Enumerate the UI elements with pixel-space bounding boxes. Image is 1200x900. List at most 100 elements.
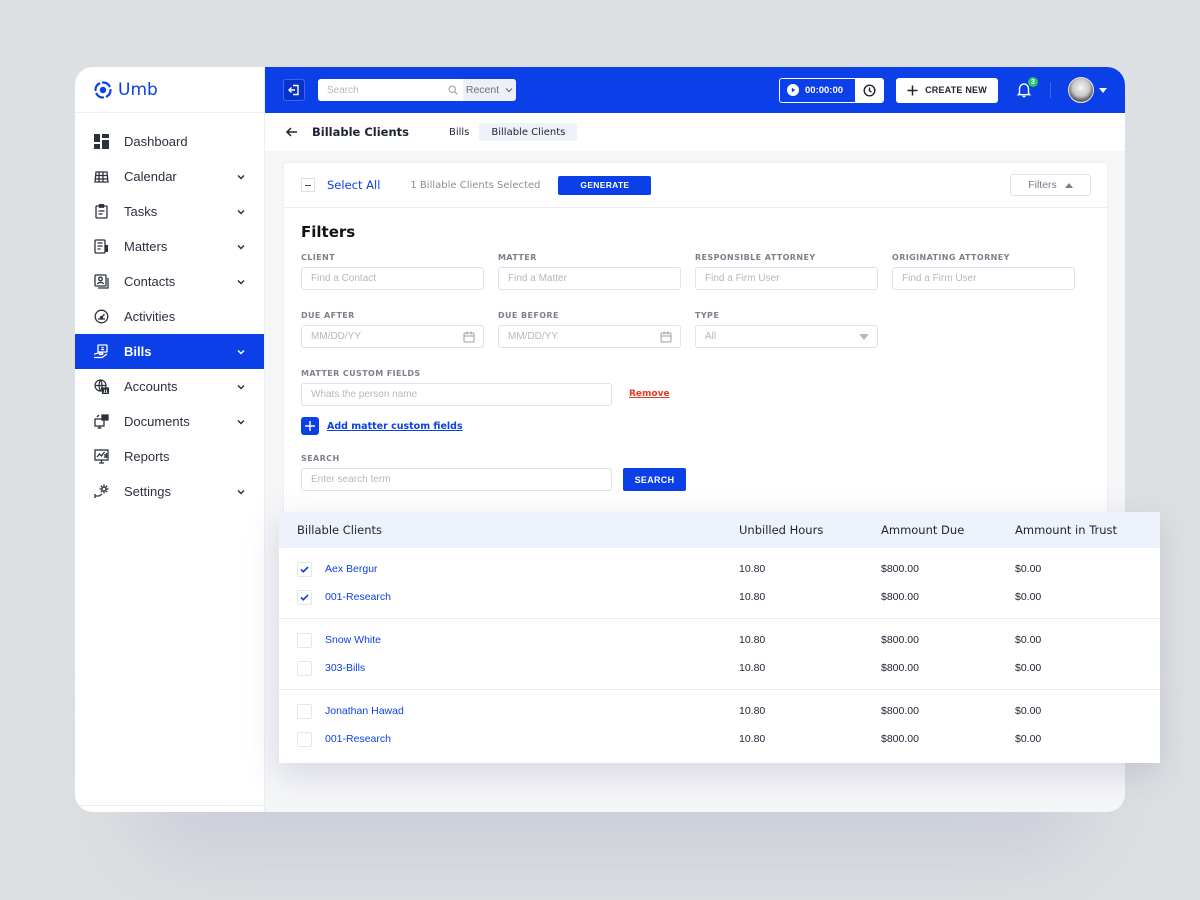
amount-due-cell: $800.00	[881, 634, 919, 646]
due-after-input[interactable]: MM/DD/YY	[301, 325, 484, 348]
client-cell: Aex Bergur	[279, 561, 739, 577]
sidebar-item-label: Accounts	[124, 379, 178, 394]
amount-in-trust-cell: $0.00	[1015, 563, 1042, 575]
row-checkbox[interactable]	[297, 731, 312, 747]
sidebar-item-calendar[interactable]: Calendar	[75, 159, 264, 194]
amount-due-cell: $800.00	[881, 705, 919, 717]
client-link[interactable]: 001-Research	[325, 591, 391, 603]
sidebar-item-label: Activities	[124, 309, 176, 324]
row-checkbox[interactable]	[297, 660, 312, 676]
responsible-attorney-input[interactable]: Find a Firm User	[695, 267, 878, 290]
row-checkbox[interactable]	[297, 561, 312, 577]
column-header-client[interactable]: Billable Clients	[279, 523, 739, 537]
table-row[interactable]: Snow White 10.80 $800.00 $0.00	[279, 626, 1160, 654]
filters-toggle-button[interactable]: Filters	[1010, 174, 1091, 196]
avatar-caret-icon[interactable]	[1099, 87, 1107, 93]
add-custom-field-link[interactable]: Add matter custom fields	[327, 421, 463, 432]
due-before-label: DUE BEFORE	[498, 311, 559, 320]
client-link[interactable]: Jonathan Hawad	[325, 705, 404, 717]
table-row[interactable]: Aex Bergur 10.80 $800.00 $0.00	[279, 555, 1160, 583]
search-icon[interactable]	[443, 79, 463, 101]
breadcrumb-bills[interactable]: Bills	[439, 123, 479, 141]
row-checkbox[interactable]	[297, 632, 312, 648]
recent-dropdown[interactable]: Recent	[463, 79, 516, 101]
chevron-down-icon[interactable]	[236, 242, 246, 252]
chevron-down-icon[interactable]	[236, 277, 246, 287]
sidebar-item-contacts[interactable]: Contacts	[75, 264, 264, 299]
chevron-down-icon[interactable]	[236, 382, 246, 392]
table-row[interactable]: 001-Research 10.80 $800.00 $0.00	[279, 583, 1160, 611]
chevron-down-icon[interactable]	[236, 487, 246, 497]
sidebar-item-accounts[interactable]: Accounts	[75, 369, 264, 404]
matter-input[interactable]: Find a Matter	[498, 267, 681, 290]
chevron-down-icon[interactable]	[236, 417, 246, 427]
exit-button[interactable]	[283, 79, 305, 101]
client-link[interactable]: Snow White	[325, 634, 381, 646]
chevron-down-icon[interactable]	[236, 347, 246, 357]
chevron-down-icon[interactable]	[236, 172, 246, 182]
sidebar-item-settings[interactable]: Settings	[75, 474, 264, 509]
client-cell: Snow White	[279, 632, 739, 648]
amount-in-trust-cell: $0.00	[1015, 591, 1042, 603]
due-before-input[interactable]: MM/DD/YY	[498, 325, 681, 348]
type-select[interactable]: All	[695, 325, 878, 348]
global-search: Recent	[318, 79, 516, 101]
column-header-amount-due[interactable]: Ammount Due	[881, 523, 1015, 537]
exit-icon	[288, 84, 299, 96]
time-entries-button[interactable]	[855, 78, 883, 102]
sidebar-nav: Dashboard Calendar Tasks Matters Contacts Act…	[75, 124, 264, 509]
timer-play-button[interactable]: 00:00:00	[780, 78, 855, 102]
generate-button[interactable]: GENERATE	[558, 175, 652, 195]
column-header-unbilled-hours[interactable]: Unbilled Hours	[739, 523, 881, 537]
column-header-amount-in-trust[interactable]: Ammount in Trust	[1015, 523, 1160, 537]
select-all-link[interactable]: Select All	[327, 178, 380, 192]
search-input[interactable]	[318, 79, 443, 101]
amount-due-cell: $800.00	[881, 733, 919, 745]
table-row[interactable]: Jonathan Hawad 10.80 $800.00 $0.00	[279, 697, 1160, 725]
sidebar-item-dashboard[interactable]: Dashboard	[75, 124, 264, 159]
row-checkbox[interactable]	[297, 589, 312, 605]
sidebar-item-documents[interactable]: Documents	[75, 404, 264, 439]
client-input[interactable]: Find a Contact	[301, 267, 484, 290]
caret-up-icon	[1064, 182, 1073, 188]
table-row-group: Snow White 10.80 $800.00 $0.00 303-Bills 10.8…	[279, 619, 1160, 690]
recent-label: Recent	[465, 84, 500, 96]
add-custom-field-button[interactable]	[301, 417, 319, 435]
select-all-checkbox[interactable]	[301, 178, 315, 192]
table-row[interactable]: 001-Research 10.80 $800.00 $0.00	[279, 725, 1160, 753]
topbar-divider	[1050, 82, 1051, 98]
breadcrumb-billable-clients[interactable]: Billable Clients	[479, 123, 578, 141]
sidebar-item-bills[interactable]: Bills	[75, 334, 264, 369]
matter-label: MATTER	[498, 253, 537, 262]
client-cell: 303-Bills	[279, 660, 739, 676]
chevron-down-icon[interactable]	[236, 207, 246, 217]
topbar: Recent 00:00:00 CREATE NEW 3	[265, 67, 1125, 113]
calendar-icon[interactable]	[660, 331, 672, 343]
matter-custom-field-input[interactable]: Whats the person name	[301, 383, 612, 406]
sidebar-item-matters[interactable]: Matters	[75, 229, 264, 264]
sidebar-item-reports[interactable]: Reports	[75, 439, 264, 474]
brand[interactable]: Umb	[75, 67, 264, 113]
remove-custom-field-link[interactable]: Remove	[629, 389, 670, 399]
user-avatar[interactable]	[1068, 77, 1094, 103]
sidebar-item-activities[interactable]: Activities	[75, 299, 264, 334]
notifications-button[interactable]: 3	[1016, 77, 1038, 99]
row-checkbox[interactable]	[297, 703, 312, 719]
client-link[interactable]: Aex Bergur	[325, 563, 378, 575]
sidebar-item-label: Calendar	[124, 169, 177, 184]
back-arrow-icon[interactable]	[285, 125, 299, 139]
sidebar-item-tasks[interactable]: Tasks	[75, 194, 264, 229]
timer-value: 00:00:00	[805, 84, 844, 96]
sidebar-item-label: Settings	[124, 484, 171, 499]
client-label: CLIENT	[301, 253, 335, 262]
create-new-label: CREATE NEW	[925, 85, 987, 95]
client-link[interactable]: 001-Research	[325, 733, 391, 745]
search-term-input[interactable]: Enter search term	[301, 468, 612, 491]
search-button[interactable]: SEARCH	[623, 468, 686, 491]
originating-attorney-input[interactable]: Find a Firm User	[892, 267, 1075, 290]
client-cell: 001-Research	[279, 731, 739, 747]
client-link[interactable]: 303-Bills	[325, 662, 365, 674]
create-new-button[interactable]: CREATE NEW	[896, 77, 998, 103]
table-row[interactable]: 303-Bills 10.80 $800.00 $0.00	[279, 654, 1160, 682]
calendar-icon[interactable]	[463, 331, 475, 343]
